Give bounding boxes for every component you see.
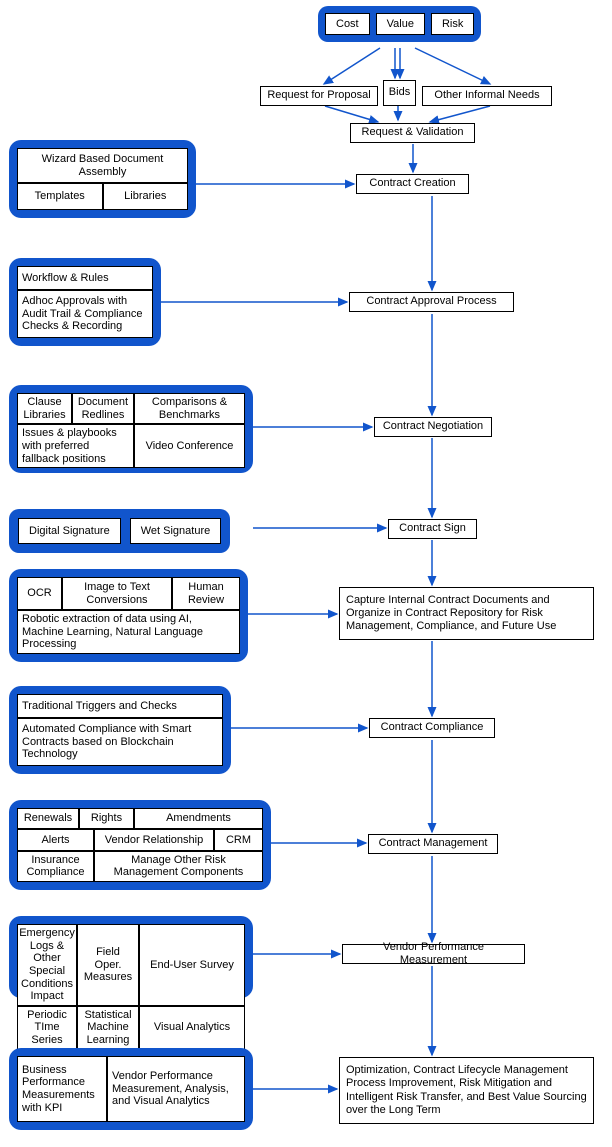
contract-approval: Contract Approval Process <box>349 292 514 312</box>
field-oper: Field Oper. Measures <box>77 924 139 1006</box>
request-validation: Request & Validation <box>350 123 475 143</box>
ocr-cell: OCR <box>17 577 62 610</box>
clause-libraries: Clause Libraries <box>17 393 72 424</box>
automated-compliance: Automated Compliance with Smart Contract… <box>17 718 223 766</box>
adhoc-approvals: Adhoc Approvals with Audit Trail & Compl… <box>17 290 153 338</box>
contract-sign: Contract Sign <box>388 519 477 539</box>
amendments: Amendments <box>134 808 263 829</box>
panel-vendor: Field Oper. Measures End-User Survey Eme… <box>9 916 253 998</box>
emergency-logs: Emergency Logs & Other Special Condition… <box>17 924 77 1006</box>
contract-creation: Contract Creation <box>356 174 469 194</box>
business-kpi: Business Performance Measurements with K… <box>17 1056 107 1122</box>
panel-document-assembly: Wizard Based Document Assembly Templates… <box>9 140 196 218</box>
panel-optimization: Business Performance Measurements with K… <box>9 1048 253 1130</box>
libraries-cell: Libraries <box>103 183 189 210</box>
issues-playbooks: Issues & playbooks with preferred fallba… <box>17 424 134 468</box>
insurance-compliance: Insurance Compliance <box>17 851 94 882</box>
optimization: Optimization, Contract Lifecycle Managem… <box>339 1057 594 1124</box>
panel-signature: Digital Signature Wet Signature <box>9 509 230 553</box>
end-user-survey: End-User Survey <box>139 924 245 1006</box>
document-redlines: Document Redlines <box>72 393 134 424</box>
workflow-rules: Workflow & Rules <box>17 266 153 290</box>
renewals: Renewals <box>17 808 79 829</box>
factor-cost: Cost <box>325 13 370 35</box>
digital-signature: Digital Signature <box>18 518 121 544</box>
periodic-time-series: Periodic TIme Series <box>17 1006 77 1050</box>
panel-capture: OCR Image to Text Conversions Human Revi… <box>9 569 248 662</box>
human-review: Human Review <box>172 577 240 610</box>
capture-repository: Capture Internal Contract Documents and … <box>339 587 594 640</box>
wizard-header: Wizard Based Document Assembly <box>17 148 188 183</box>
wet-signature: Wet Signature <box>130 518 222 544</box>
statistical-ml: Statistical Machine Learning <box>77 1006 139 1050</box>
contract-management: Contract Management <box>368 834 498 854</box>
traditional-triggers: Traditional Triggers and Checks <box>17 694 223 718</box>
crm: CRM <box>214 829 263 850</box>
panel-compliance: Traditional Triggers and Checks Automate… <box>9 686 231 774</box>
image-to-text: Image to Text Conversions <box>62 577 172 610</box>
templates-cell: Templates <box>17 183 103 210</box>
input-other: Other Informal Needs <box>422 86 552 106</box>
rights: Rights <box>79 808 134 829</box>
factor-value: Value <box>376 13 425 35</box>
input-rfp: Request for Proposal <box>260 86 378 106</box>
panel-negotiation: Clause Libraries Document Redlines Compa… <box>9 385 253 473</box>
visual-analytics: Visual Analytics <box>139 1006 245 1050</box>
contract-negotiation: Contract Negotiation <box>374 417 492 437</box>
comparisons-benchmarks: Comparisons & Benchmarks <box>134 393 245 424</box>
vendor-analysis: Vendor Performance Measurement, Analysis… <box>107 1056 245 1122</box>
video-conference: Video Conference <box>134 424 245 468</box>
factor-risk: Risk <box>431 13 474 35</box>
vendor-performance: Vendor Performance Measurement <box>342 944 525 964</box>
panel-management: Renewals Rights Amendments Alerts Vendor… <box>9 800 271 890</box>
contract-compliance: Contract Compliance <box>369 718 495 738</box>
panel-workflow: Workflow & Rules Adhoc Approvals with Au… <box>9 258 161 346</box>
input-bids: Bids <box>383 80 416 106</box>
manage-other: Manage Other Risk Management Components <box>94 851 263 882</box>
alerts: Alerts <box>17 829 94 850</box>
robotic-extraction: Robotic extraction of data using AI, Mac… <box>17 610 240 654</box>
vendor-relationship: Vendor Relationship <box>94 829 214 850</box>
top-factors-panel: Cost Value Risk <box>318 6 481 42</box>
